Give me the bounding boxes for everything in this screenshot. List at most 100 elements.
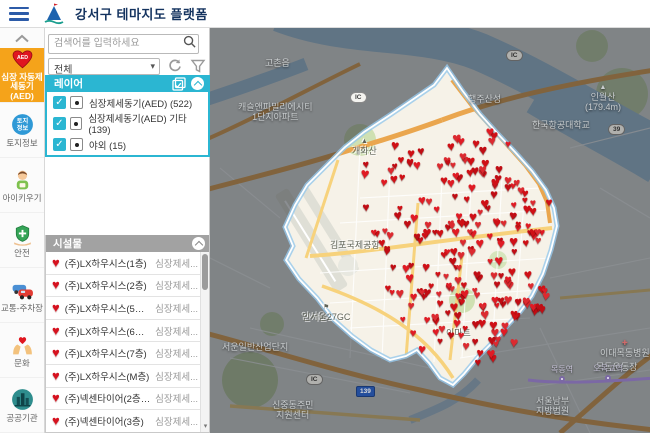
aed-marker[interactable]: ♥ [457, 134, 466, 148]
layer-checkbox[interactable] [53, 96, 66, 109]
aed-marker[interactable]: ♥ [496, 293, 505, 307]
aed-marker[interactable]: ♥ [522, 238, 530, 250]
aed-marker[interactable]: ♥ [407, 261, 415, 273]
aed-marker[interactable]: ♥ [490, 268, 498, 281]
category-select[interactable]: 전체 [48, 58, 160, 75]
aed-marker[interactable]: ♥ [521, 187, 529, 200]
facilities-collapse-icon[interactable] [192, 237, 205, 250]
aed-marker[interactable]: ♥ [479, 302, 486, 313]
aed-marker[interactable]: ♥ [440, 249, 448, 262]
aed-marker[interactable]: ♥ [466, 227, 473, 238]
sidebar-item-safety[interactable]: 안전 [0, 213, 44, 268]
aed-marker[interactable]: ♥ [407, 146, 416, 160]
menu-icon[interactable] [9, 7, 29, 21]
facility-row[interactable]: ♥(주)넥센타이어(3층)심장제세... [46, 410, 209, 432]
aed-marker[interactable]: ♥ [431, 311, 440, 326]
facility-row[interactable]: ♥(주)LX하우시스(5층 북측 ...심장제세... [46, 297, 209, 320]
sidebar-item-public[interactable]: 공공기관 [0, 378, 44, 433]
aed-marker[interactable]: ♥ [433, 205, 441, 217]
layers-collapse-icon[interactable] [191, 77, 204, 90]
aed-marker[interactable]: ♥ [417, 145, 425, 158]
aed-marker[interactable]: ♥ [497, 237, 506, 251]
aed-marker[interactable]: ♥ [494, 253, 504, 269]
aed-marker[interactable]: ♥ [478, 162, 486, 176]
aed-marker[interactable]: ♥ [511, 311, 520, 325]
search-input[interactable] [48, 34, 199, 54]
aed-marker[interactable]: ♥ [389, 288, 395, 298]
aed-marker[interactable]: ♥ [505, 140, 511, 151]
aed-marker[interactable]: ♥ [436, 160, 444, 173]
aed-marker[interactable]: ♥ [486, 347, 496, 363]
aed-marker[interactable]: ♥ [510, 200, 518, 211]
aed-marker[interactable]: ♥ [393, 209, 403, 224]
aed-marker[interactable]: ♥ [452, 192, 459, 203]
scrollbar-thumb[interactable] [202, 254, 208, 290]
aed-marker[interactable]: ♥ [486, 232, 494, 244]
aed-marker[interactable]: ♥ [490, 188, 499, 202]
aed-marker[interactable]: ♥ [451, 169, 460, 183]
sidebar-item-culture[interactable]: 문화 [0, 323, 44, 378]
aed-marker[interactable]: ♥ [455, 263, 462, 274]
aed-marker[interactable]: ♥ [398, 154, 405, 166]
facility-row[interactable]: ♥(주)넥센타이어(2층 건강...심장제세... [46, 388, 209, 411]
sidebar-item-land[interactable]: 토지 정보 토지정보 [0, 103, 44, 158]
aed-marker[interactable]: ♥ [424, 219, 433, 232]
facility-row[interactable]: ♥(주)LX하우시스(1층)심장제세... [46, 252, 209, 275]
aed-marker[interactable]: ♥ [489, 319, 498, 334]
aed-marker[interactable]: ♥ [410, 328, 417, 340]
layer-legend-icon[interactable] [70, 117, 83, 130]
layer-legend-icon[interactable] [70, 138, 83, 151]
aed-marker[interactable]: ♥ [389, 263, 397, 275]
sidebar-item-childcare[interactable]: 아이키우기 [0, 158, 44, 213]
aed-marker[interactable]: ♥ [463, 194, 471, 206]
aed-marker[interactable]: ♥ [362, 201, 370, 214]
aed-marker[interactable]: ♥ [362, 159, 370, 171]
facility-row[interactable]: ♥(주)LX하우시스(7층)심장제세... [46, 342, 209, 365]
aed-marker[interactable]: ♥ [500, 325, 509, 339]
facility-row[interactable]: ♥(주)LX하우시스(6층 북측 ...심장제세... [46, 320, 209, 343]
aed-marker[interactable]: ♥ [469, 210, 478, 224]
scrollbar-down-icon[interactable] [201, 422, 210, 432]
aed-marker[interactable]: ♥ [514, 296, 522, 309]
aed-marker[interactable]: ♥ [407, 300, 415, 312]
search-icon[interactable] [181, 35, 197, 51]
aed-marker[interactable]: ♥ [462, 340, 470, 353]
aed-marker[interactable]: ♥ [509, 336, 519, 351]
aed-marker[interactable]: ♥ [530, 198, 536, 209]
aed-marker[interactable]: ♥ [400, 315, 407, 326]
refresh-icon[interactable] [167, 58, 183, 74]
aed-marker[interactable]: ♥ [480, 196, 490, 212]
facilities-scrollbar[interactable] [200, 252, 209, 432]
aed-marker[interactable]: ♥ [471, 318, 480, 332]
aed-marker[interactable]: ♥ [455, 210, 463, 223]
aed-marker[interactable]: ♥ [466, 165, 475, 179]
aed-marker[interactable]: ♥ [508, 264, 517, 279]
aed-marker[interactable]: ♥ [523, 267, 533, 282]
layer-legend-icon[interactable] [70, 96, 83, 109]
aed-marker[interactable]: ♥ [504, 181, 512, 195]
aed-marker[interactable]: ♥ [476, 347, 485, 361]
aed-marker[interactable]: ♥ [475, 237, 485, 252]
aed-marker[interactable]: ♥ [444, 308, 451, 319]
aed-marker[interactable]: ♥ [513, 178, 521, 191]
aed-marker[interactable]: ♥ [370, 227, 378, 239]
aed-marker[interactable]: ♥ [427, 281, 434, 292]
aed-marker[interactable]: ♥ [417, 342, 426, 356]
aed-marker[interactable]: ♥ [537, 303, 546, 317]
layer-checkbox[interactable] [53, 138, 66, 151]
aed-marker[interactable]: ♥ [435, 270, 441, 280]
aed-marker[interactable]: ♥ [472, 267, 481, 281]
aed-marker[interactable]: ♥ [395, 287, 405, 302]
aed-marker[interactable]: ♥ [453, 308, 463, 323]
sidebar-item-aed[interactable]: AED 심장 자동제세동기(AED) [0, 48, 44, 103]
aed-marker[interactable]: ♥ [487, 257, 493, 267]
facility-row[interactable]: ♥(주)LX하우시스(M층)심장제세... [46, 365, 209, 388]
aed-marker[interactable]: ♥ [446, 329, 455, 342]
aed-marker[interactable]: ♥ [385, 228, 394, 242]
sidebar-item-traffic[interactable]: 교통-주차장 [0, 268, 44, 323]
aed-marker[interactable]: ♥ [418, 288, 425, 299]
select-all-layers-icon[interactable] [172, 77, 186, 91]
aed-marker[interactable]: ♥ [473, 289, 481, 301]
aed-marker[interactable]: ♥ [514, 220, 521, 231]
map-canvas[interactable]: ♥♥♥♥♥♥♥♥♥♥♥♥♥♥♥♥♥♥♥♥♥♥♥♥♥♥♥♥♥♥♥♥♥♥♥♥♥♥♥♥… [210, 28, 650, 433]
